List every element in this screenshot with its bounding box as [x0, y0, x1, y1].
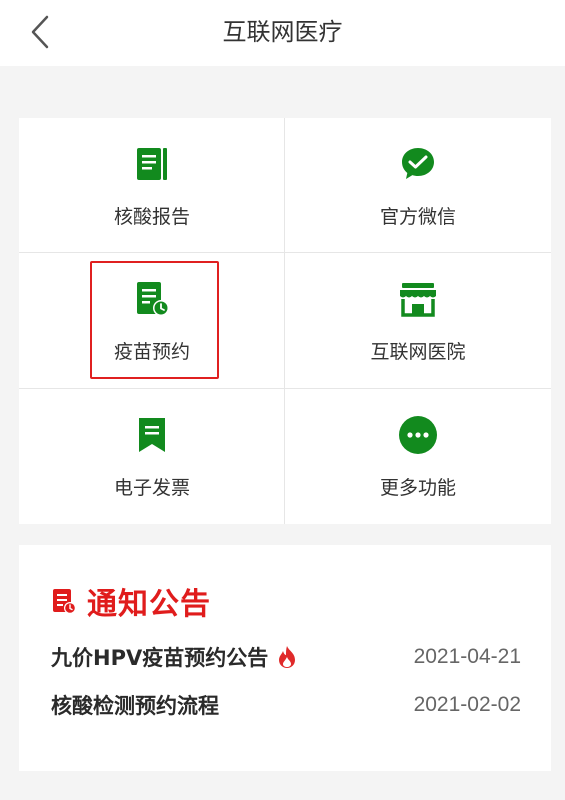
grid-item-internet-hospital[interactable]: 互联网医院: [285, 253, 551, 388]
grid-item-label: 核酸报告: [113, 206, 190, 228]
notice-item[interactable]: 核酸检测预约流程 2021-02-02: [51, 685, 521, 725]
notice-item[interactable]: 九价HPV疫苗预约公告 2021-04-21: [51, 637, 521, 677]
notice-title: 通知公告: [87, 587, 211, 622]
store-icon: [398, 279, 438, 319]
vaccine-appointment-icon: [132, 279, 172, 319]
grid-item-official-wechat[interactable]: 官方微信: [285, 118, 551, 253]
grid-item-label: 互联网医院: [370, 341, 466, 363]
notice-item-title: 核酸检测预约流程: [51, 694, 219, 718]
grid-item-vaccine-appointment[interactable]: 疫苗预约: [19, 253, 285, 388]
notice-header: 通知公告: [51, 581, 211, 622]
grid-item-e-invoice[interactable]: 电子发票: [19, 389, 285, 524]
notice-item-date: 2021-04-21: [413, 645, 521, 668]
fire-icon: [279, 646, 296, 668]
notice-icon: [53, 589, 76, 614]
grid-item-label: 更多功能: [379, 477, 456, 499]
notice-panel: 通知公告 九价HPV疫苗预约公告 2021-04-21 核酸检测预约流程 202…: [19, 545, 551, 771]
page-title: 互联网医疗: [222, 17, 343, 46]
grid-item-nucleic-report[interactable]: 核酸报告: [19, 118, 285, 253]
grid-item-label: 疫苗预约: [113, 341, 190, 363]
grid-item-label: 电子发票: [113, 477, 190, 499]
top-bar: 互联网医疗: [0, 0, 565, 66]
bookmark-icon: [132, 415, 172, 455]
report-icon: [132, 144, 172, 184]
grid-item-more[interactable]: 更多功能: [285, 389, 551, 524]
service-grid: 核酸报告 官方微信 疫苗预约 互联网医院 电子发票 更多功能: [19, 118, 551, 524]
notice-item-title-wrap: 九价HPV疫苗预约公告: [51, 642, 298, 672]
notice-item-title: 九价HPV疫苗预约公告: [51, 646, 269, 670]
notice-item-date: 2021-02-02: [413, 693, 521, 716]
more-icon: [398, 415, 438, 455]
grid-item-label: 官方微信: [379, 206, 456, 228]
wechat-icon: [398, 144, 438, 184]
